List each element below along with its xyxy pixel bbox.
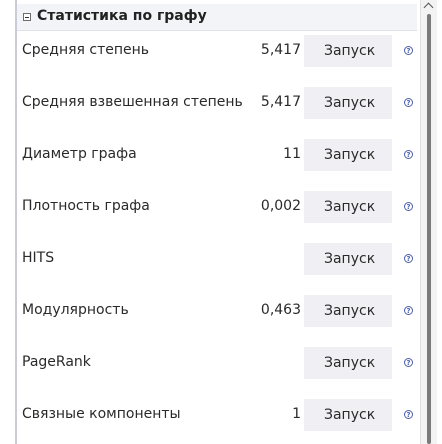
help-icon[interactable]: ? (404, 306, 413, 315)
stat-label: Плотность графа (22, 198, 150, 214)
stat-row-average-weighted-degree: Средняя взвешенная степень 5,417 Запуск … (17, 78, 417, 130)
help-icon[interactable]: ? (404, 46, 413, 55)
stat-row-hits: HITS Запуск ? (17, 234, 417, 286)
stat-row-average-degree: Средняя степень 5,417 Запуск ? (17, 26, 417, 78)
stat-row-connected-components: Связные компоненты 1 Запуск ? (17, 390, 417, 442)
stat-value: 11 (283, 146, 301, 162)
run-button[interactable]: Запуск (304, 191, 392, 223)
help-icon[interactable]: ? (404, 202, 413, 211)
stat-label: Средняя взвешенная степень (22, 94, 243, 110)
stat-value: 5,417 (260, 42, 301, 58)
stat-label: Модулярность (22, 302, 129, 318)
run-button[interactable]: Запуск (304, 139, 392, 171)
stat-value: 1 (292, 406, 301, 422)
stat-label: PageRank (22, 354, 91, 370)
stat-label: Связные компоненты (22, 406, 181, 422)
stat-value: 0,463 (260, 302, 301, 318)
collapse-icon[interactable] (23, 13, 31, 21)
stat-label: HITS (22, 250, 55, 266)
help-icon[interactable]: ? (404, 358, 413, 367)
stat-row-pagerank: PageRank Запуск ? (17, 338, 417, 390)
stat-label: Диаметр графа (22, 146, 137, 162)
vertical-scrollbar[interactable] (420, 0, 437, 444)
scroll-up-icon[interactable] (421, 0, 437, 12)
stat-label: Средняя степень (22, 42, 150, 58)
stat-row-modularity: Модулярность 0,463 Запуск ? (17, 286, 417, 338)
help-icon[interactable]: ? (404, 410, 413, 419)
run-button[interactable]: Запуск (304, 87, 392, 119)
statistics-panel: Статистика по графу Средняя степень 5,41… (0, 0, 442, 444)
scrollbar-thumb[interactable] (427, 14, 431, 444)
run-button[interactable]: Запуск (304, 347, 392, 379)
run-button[interactable]: Запуск (304, 295, 392, 327)
help-icon[interactable]: ? (404, 98, 413, 107)
help-icon[interactable]: ? (404, 254, 413, 263)
run-button[interactable]: Запуск (304, 243, 392, 275)
section-title: Статистика по графу (37, 8, 207, 24)
stat-row-graph-diameter: Диаметр графа 11 Запуск ? (17, 130, 417, 182)
run-button[interactable]: Запуск (304, 35, 392, 67)
run-button[interactable]: Запуск (304, 399, 392, 431)
stat-row-graph-density: Плотность графа 0,002 Запуск ? (17, 182, 417, 234)
help-icon[interactable]: ? (404, 150, 413, 159)
stat-value: 5,417 (260, 94, 301, 110)
stat-value: 0,002 (260, 198, 301, 214)
